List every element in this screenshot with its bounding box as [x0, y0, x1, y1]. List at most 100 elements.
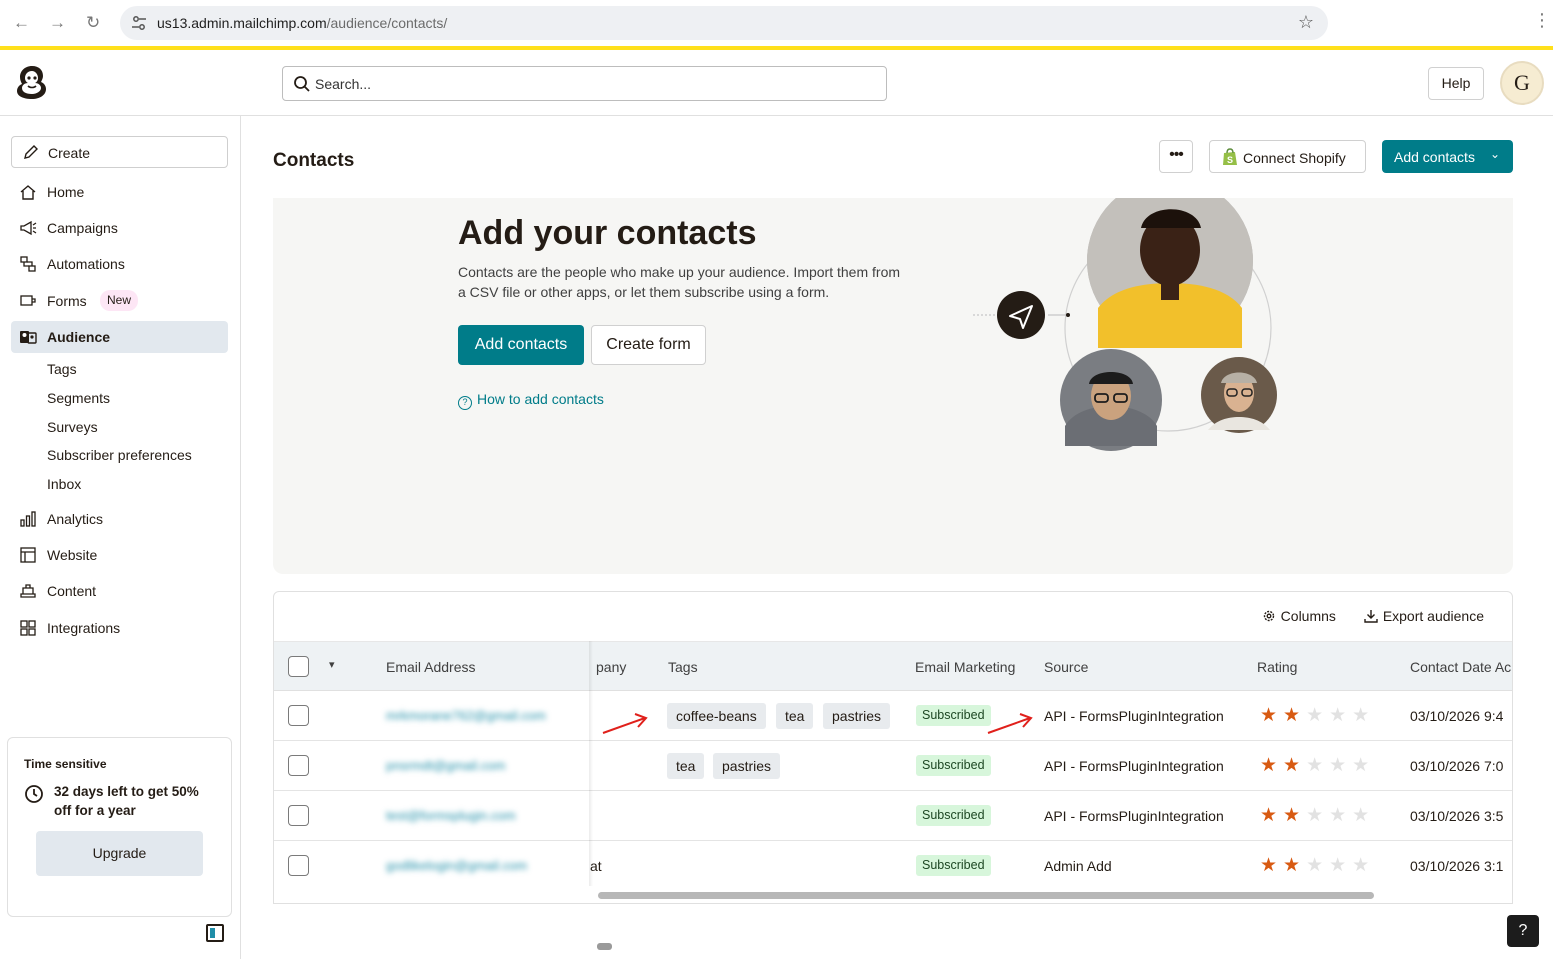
column-header-source[interactable]: Source: [1044, 659, 1088, 675]
sidebar-item-label: Website: [47, 547, 98, 563]
create-form-button[interactable]: Create form: [591, 325, 706, 365]
sidebar-item-label: Analytics: [47, 511, 104, 527]
table-row[interactable]: test@formsplugin.com Subscribed API - Fo…: [274, 791, 1512, 841]
column-header-email-marketing[interactable]: Email Marketing: [915, 659, 1015, 675]
export-audience-button[interactable]: Export audience: [1364, 608, 1484, 624]
empty-state-hero: Add your contacts Contacts are the peopl…: [273, 198, 1513, 574]
browser-menu-icon[interactable]: ⋮: [1533, 10, 1551, 31]
sidebar-item-label: Content: [47, 583, 97, 599]
search-box[interactable]: [282, 66, 887, 101]
sidebar-subitem-inbox[interactable]: Inbox: [47, 476, 81, 492]
table-row[interactable]: godlikelogin@gmail.com at Subscribed Adm…: [274, 841, 1512, 891]
forward-icon[interactable]: →: [49, 13, 66, 33]
back-icon[interactable]: ←: [13, 13, 30, 33]
sidebar-item-audience[interactable]: Audience: [11, 321, 228, 353]
sidebar-item-label: Home: [47, 184, 85, 200]
promo-message: 32 days left to get 50% off for a year: [54, 784, 199, 818]
column-header-contact-date[interactable]: Contact Date Ac: [1410, 659, 1511, 675]
create-label: Create: [48, 145, 91, 161]
create-button[interactable]: Create: [11, 136, 228, 168]
column-header-company[interactable]: pany: [596, 659, 626, 675]
row-contact-date: 03/10/2026 9:4: [1410, 708, 1504, 724]
row-checkbox[interactable]: [288, 705, 309, 726]
horizontal-scrollbar[interactable]: [274, 886, 1512, 903]
address-bar[interactable]: us13.admin.mailchimp.com/audience/contac…: [120, 6, 1328, 40]
reload-icon[interactable]: ↻: [86, 13, 100, 33]
bookmark-star-icon[interactable]: ☆: [1298, 12, 1314, 33]
sidebar-subitem-tags[interactable]: Tags: [47, 361, 77, 377]
connect-shopify-button[interactable]: S Connect Shopify: [1209, 140, 1366, 173]
clock-icon: [25, 785, 43, 803]
columns-button[interactable]: Columns: [1262, 608, 1340, 624]
hero-add-contacts-button[interactable]: Add contacts: [458, 325, 584, 365]
sidebar: Create Home Campaigns Automations Forms …: [0, 116, 241, 959]
row-contact-date: 03/10/2026 3:1: [1410, 858, 1504, 874]
status-badge: Subscribed: [916, 855, 991, 876]
pencil-icon: [24, 145, 38, 159]
send-icon: [997, 291, 1045, 339]
add-contacts-dropdown-button[interactable]: Add contacts ⌄: [1382, 140, 1513, 173]
row-checkbox[interactable]: [288, 755, 309, 776]
sidebar-item-label: Forms: [47, 293, 87, 309]
sidebar-item-website[interactable]: Website: [11, 539, 228, 571]
scrollbar-thumb[interactable]: [598, 892, 1374, 899]
megaphone-icon: [20, 220, 37, 236]
drag-handle[interactable]: [597, 943, 612, 950]
website-icon: [20, 547, 36, 563]
tag-chip: tea: [776, 703, 814, 729]
table-row[interactable]: pnsrmdt@gmail.com tea pastries Subscribe…: [274, 741, 1512, 791]
row-email[interactable]: mrkmorane762@gmail.com: [386, 708, 546, 723]
annotation-arrow-icon: [987, 713, 1033, 734]
site-settings-icon[interactable]: [130, 14, 148, 32]
row-email[interactable]: godlikelogin@gmail.com: [386, 858, 527, 873]
app-header: Help G: [0, 50, 1553, 116]
table-row[interactable]: mrkmorane762@gmail.com coffee-beans tea …: [274, 691, 1512, 741]
sidebar-item-automations[interactable]: Automations: [11, 248, 228, 280]
column-header-rating[interactable]: Rating: [1257, 659, 1297, 675]
hero-description: Contacts are the people who make up your…: [458, 264, 901, 300]
sidebar-item-forms[interactable]: Forms New: [11, 285, 228, 317]
annotation-arrow-icon: [602, 713, 648, 734]
sticky-column-shadow: [589, 641, 593, 886]
help-circle-icon: ?: [458, 396, 472, 410]
sidebar-item-home[interactable]: Home: [11, 176, 228, 208]
account-avatar[interactable]: G: [1500, 61, 1544, 105]
page-title: Contacts: [273, 150, 355, 171]
new-badge: New: [100, 290, 139, 311]
row-email[interactable]: test@formsplugin.com: [386, 808, 516, 823]
row-email[interactable]: pnsrmdt@gmail.com: [386, 758, 505, 773]
sidebar-subitem-segments[interactable]: Segments: [47, 390, 110, 406]
more-options-button[interactable]: •••: [1159, 140, 1193, 173]
help-link-label: How to add contacts: [477, 391, 604, 407]
row-source: Admin Add: [1044, 858, 1112, 874]
sidebar-subitem-subscriber-preferences[interactable]: Subscriber preferences: [47, 447, 192, 463]
connect-shopify-label: Connect Shopify: [1243, 150, 1346, 166]
floating-help-button[interactable]: ?: [1507, 915, 1539, 947]
sidebar-item-integrations[interactable]: Integrations: [11, 612, 228, 644]
promo-label: Time sensitive: [24, 757, 107, 771]
column-header-tags[interactable]: Tags: [668, 659, 698, 675]
row-contact-date: 03/10/2026 3:5: [1410, 808, 1504, 824]
sidebar-item-content[interactable]: Content: [11, 575, 228, 607]
sidebar-item-campaigns[interactable]: Campaigns: [11, 212, 228, 244]
collapse-sidebar-icon[interactable]: [206, 924, 224, 942]
gear-icon: [1263, 610, 1274, 622]
sidebar-item-label: Automations: [47, 256, 125, 272]
select-all-checkbox[interactable]: [288, 656, 309, 677]
sidebar-subitem-surveys[interactable]: Surveys: [47, 419, 98, 435]
select-options-chevron-icon[interactable]: ▾: [329, 658, 335, 671]
how-to-add-contacts-link[interactable]: ? How to add contacts: [458, 391, 604, 410]
search-input[interactable]: [315, 73, 875, 95]
upgrade-button[interactable]: Upgrade: [36, 831, 203, 876]
mailchimp-logo-icon[interactable]: [12, 62, 52, 102]
row-checkbox[interactable]: [288, 805, 309, 826]
search-icon: [294, 76, 310, 92]
sidebar-item-analytics[interactable]: Analytics: [11, 503, 228, 535]
row-checkbox[interactable]: [288, 855, 309, 876]
svg-text:S: S: [1227, 155, 1233, 165]
audience-icon: [20, 331, 37, 344]
help-button[interactable]: Help: [1428, 67, 1484, 100]
home-icon: [20, 185, 36, 200]
column-header-email[interactable]: Email Address: [386, 659, 475, 675]
rating-stars: ★★★★★: [1260, 855, 1376, 876]
